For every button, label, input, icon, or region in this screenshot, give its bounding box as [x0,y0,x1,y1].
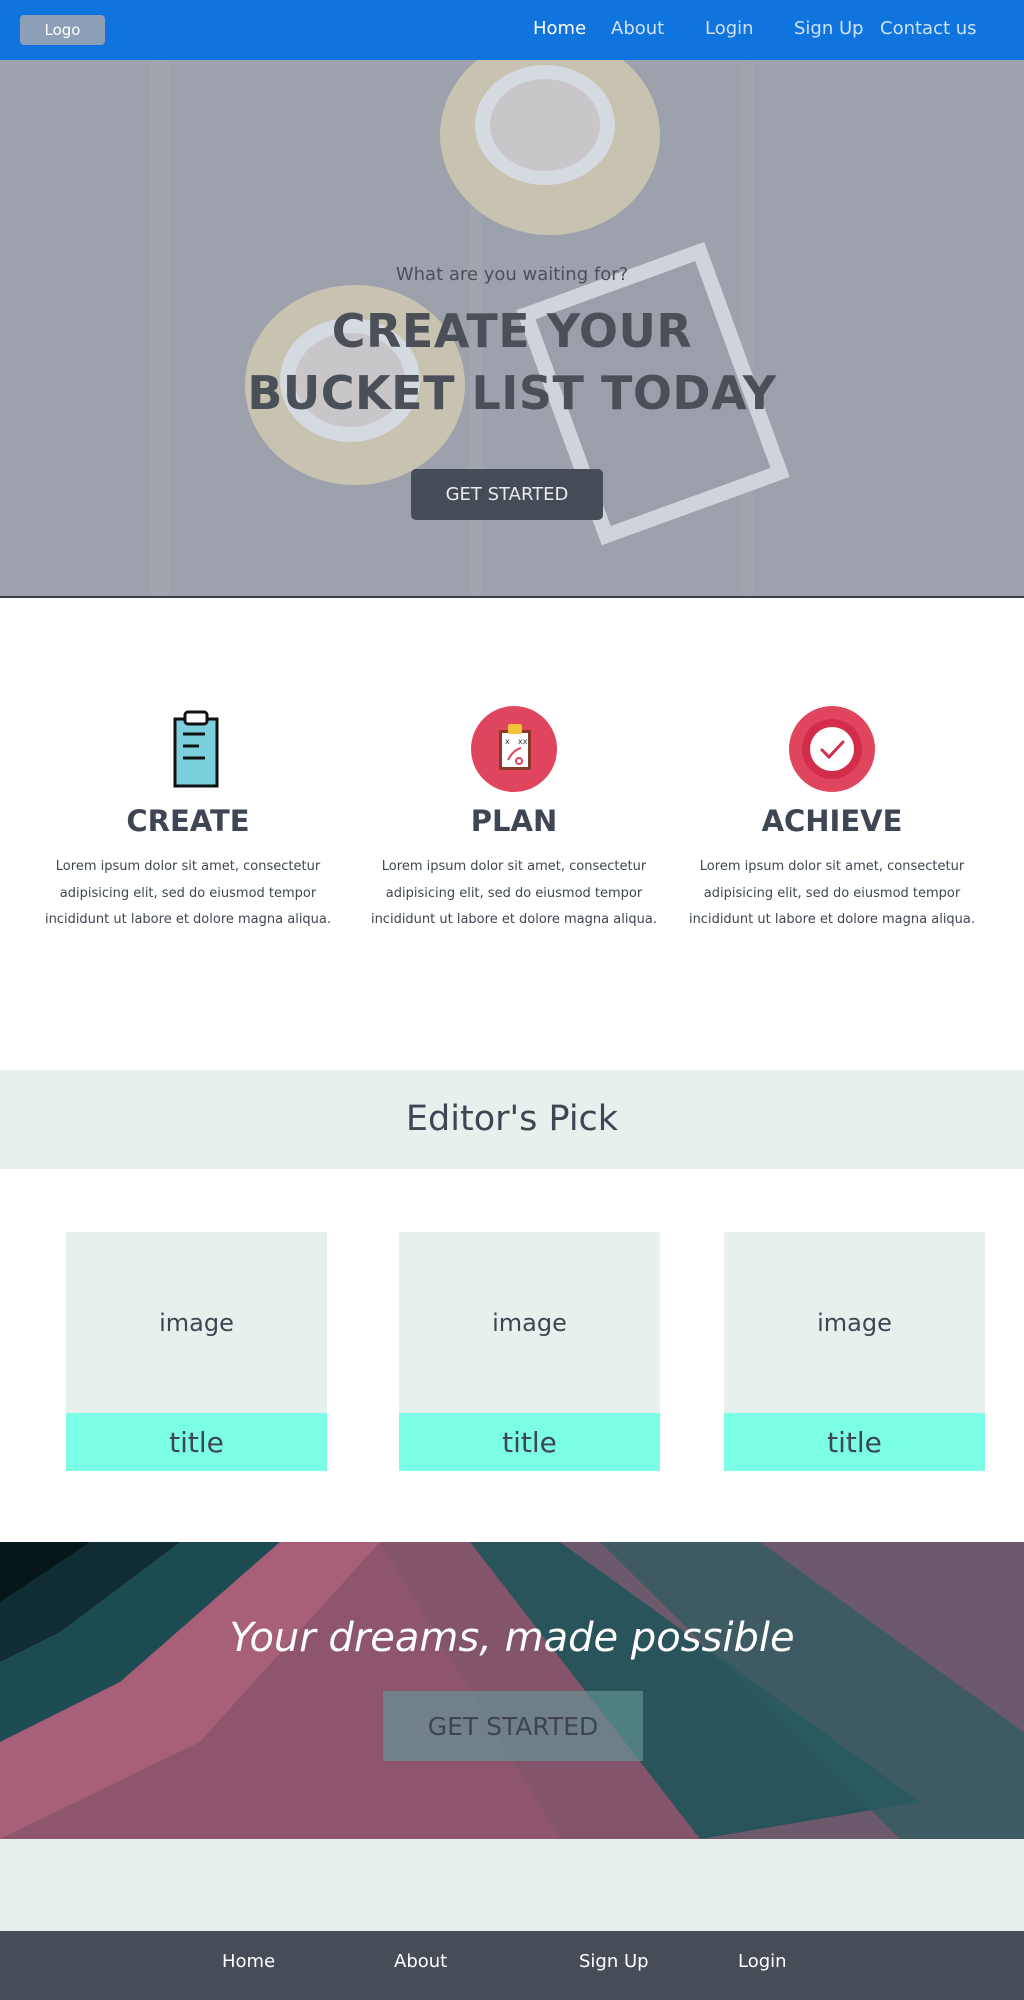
page: Logo Home About Login Sign Up Contact us… [0,0,1024,2000]
svg-text:x: x [505,737,510,746]
footer-login-link[interactable]: Login [738,1951,787,1972]
pick-card[interactable]: image title [66,1232,327,1471]
feature-text: Lorem ipsum dolor sit amet, consectetur … [688,859,976,927]
footer-home-link[interactable]: Home [222,1951,275,1972]
feature-title: ACHIEVE [761,804,903,838]
card-image-placeholder: image [399,1232,660,1413]
hero-get-started-button[interactable]: GET STARTED [411,469,603,520]
svg-text:xx: xx [518,737,528,746]
card-title: title [724,1413,985,1471]
strategy-board-icon: x xx [471,706,557,792]
footer: Home About Sign Up Login [0,1931,1024,2000]
nav-login-link[interactable]: Login [705,18,754,39]
feature-title: PLAN [470,804,558,838]
clipboard-icon [173,710,219,788]
logo[interactable]: Logo [20,15,105,45]
nav-contact-link[interactable]: Contact us [880,18,977,39]
hero-title: CREATE YOUR BUCKET LIST TODAY [0,300,1024,424]
feature-title: CREATE [126,804,250,838]
top-navbar: Logo Home About Login Sign Up Contact us [0,0,1024,60]
editors-pick-heading: Editor's Pick [405,1099,619,1139]
dreams-banner: Your dreams, made possible GET STARTED [0,1542,1024,1839]
hero-section: What are you waiting for? CREATE YOUR BU… [0,60,1024,598]
card-title: title [399,1413,660,1471]
dreams-get-started-button[interactable]: GET STARTED [383,1691,643,1761]
pick-card[interactable]: image title [724,1232,985,1471]
hero-title-line2: BUCKET LIST TODAY [247,366,777,420]
hero-subtitle: What are you waiting for? [395,264,629,285]
card-image-placeholder: image [724,1232,985,1413]
nav-about-link[interactable]: About [611,18,664,39]
footer-spacer [0,1839,1024,1931]
nav-signup-link[interactable]: Sign Up [794,18,864,39]
hero-title-line1: CREATE YOUR [331,304,693,358]
card-image-placeholder: image [66,1232,327,1413]
pick-card[interactable]: image title [399,1232,660,1471]
footer-signup-link[interactable]: Sign Up [579,1951,649,1972]
nav-home-link[interactable]: Home [533,18,586,39]
editors-pick-banner: Editor's Pick [0,1070,1024,1169]
card-title: title [66,1413,327,1471]
checkmark-badge-icon [789,706,875,792]
footer-about-link[interactable]: About [394,1951,447,1972]
dreams-tagline: Your dreams, made possible [229,1615,795,1661]
feature-text: Lorem ipsum dolor sit amet, consectetur … [44,859,332,927]
feature-text: Lorem ipsum dolor sit amet, consectetur … [370,859,658,927]
